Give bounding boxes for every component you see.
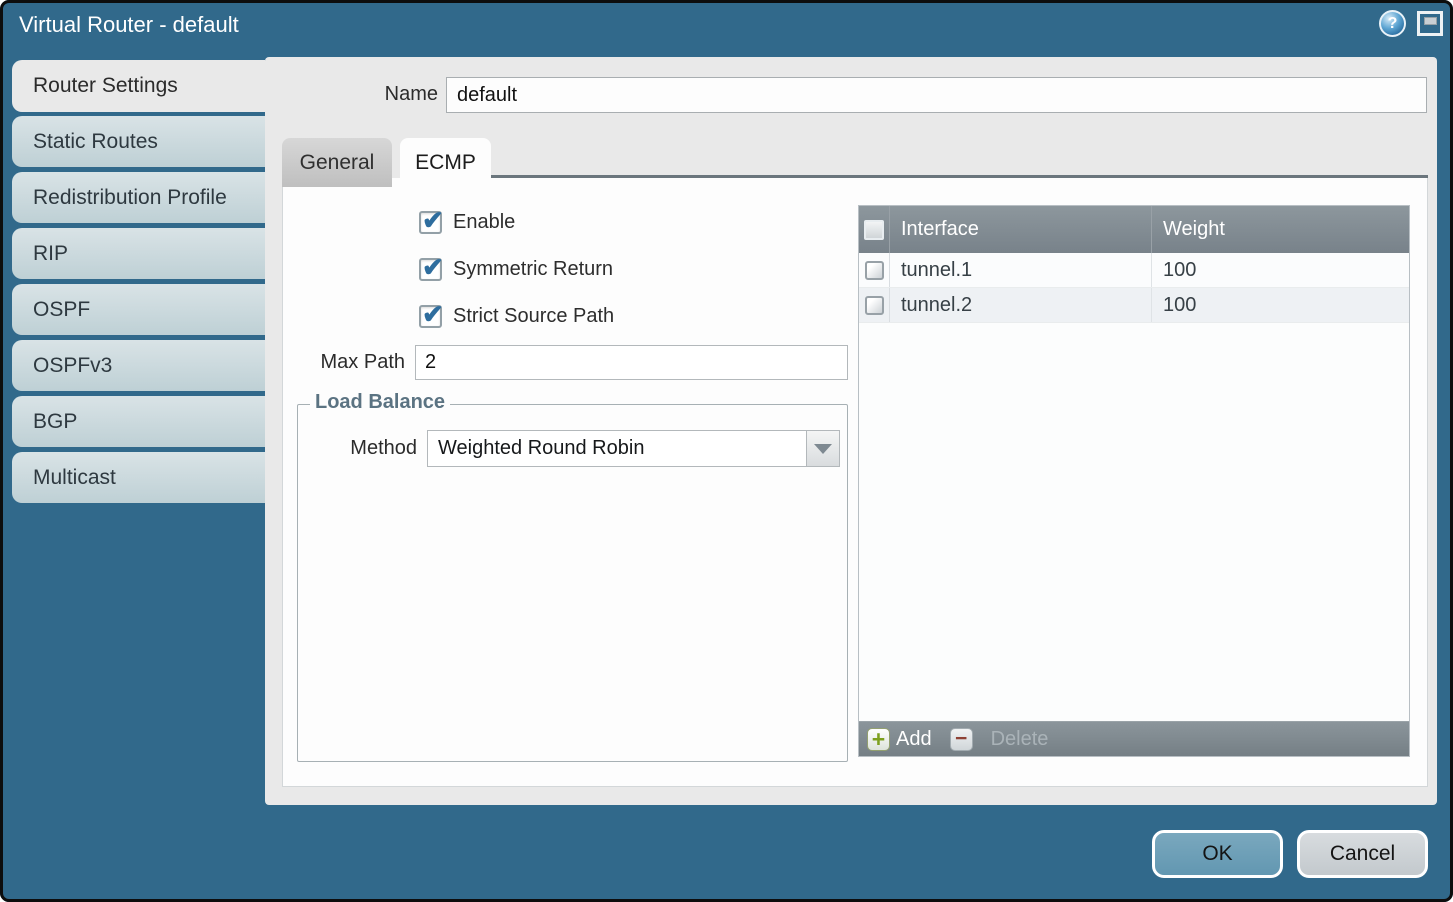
sidebar-item-router-settings[interactable]: Router Settings <box>12 60 265 112</box>
weight-cell: 100 <box>1163 294 1196 317</box>
select-all-checkbox[interactable] <box>864 220 884 240</box>
method-dropdown-value: Weighted Round Robin <box>428 431 806 466</box>
chevron-down-icon[interactable] <box>806 431 839 466</box>
sidebar-item-redistribution-profile[interactable]: Redistribution Profile <box>12 172 265 223</box>
interface-cell: tunnel.2 <box>901 294 972 317</box>
dialog-title: Virtual Router - default <box>19 12 239 38</box>
load-balance-legend: Load Balance <box>310 391 450 414</box>
plus-icon <box>867 728 890 751</box>
max-path-input[interactable] <box>415 345 848 380</box>
sidebar-item-rip[interactable]: RIP <box>12 228 265 279</box>
row-checkbox[interactable] <box>865 261 884 280</box>
restore-window-glyph <box>1424 17 1437 25</box>
cancel-button[interactable]: Cancel <box>1297 830 1428 878</box>
tab-general[interactable]: General <box>282 138 392 187</box>
weight-cell: 100 <box>1163 259 1196 282</box>
table-header-row: Interface Weight <box>859 206 1409 253</box>
virtual-router-dialog: Virtual Router - default Router Settings… <box>0 0 1453 902</box>
method-dropdown[interactable]: Weighted Round Robin <box>427 430 840 467</box>
symmetric-return-checkbox[interactable] <box>419 258 442 281</box>
sidebar-item-ospfv3[interactable]: OSPFv3 <box>12 340 265 391</box>
select-all-cell <box>859 206 890 253</box>
tab-strip-divider <box>491 175 1428 178</box>
ok-button[interactable]: OK <box>1152 830 1283 878</box>
symmetric-return-row: Symmetric Return <box>419 258 613 281</box>
column-header-weight[interactable]: Weight <box>1152 206 1409 253</box>
add-button[interactable]: Add <box>867 728 932 751</box>
sidebar-item-static-routes[interactable]: Static Routes <box>12 116 265 167</box>
strict-source-path-row: Strict Source Path <box>419 305 614 328</box>
name-input[interactable] <box>446 77 1427 113</box>
table-row[interactable]: tunnel.1 100 <box>859 253 1409 288</box>
enable-checkbox[interactable] <box>419 211 442 234</box>
sidebar-item-bgp[interactable]: BGP <box>12 396 265 447</box>
sidebar-item-ospf[interactable]: OSPF <box>12 284 265 335</box>
ecmp-interface-table: Interface Weight tunnel.1 100 tunnel.2 1… <box>858 205 1410 757</box>
minus-icon <box>950 728 973 751</box>
restore-window-icon[interactable] <box>1417 11 1443 36</box>
table-empty-area <box>859 323 1409 721</box>
column-header-interface[interactable]: Interface <box>890 206 1152 253</box>
max-path-label: Max Path <box>305 351 405 374</box>
table-toolbar: Add Delete <box>859 721 1409 756</box>
interface-cell: tunnel.1 <box>901 259 972 282</box>
method-label: Method <box>317 437 417 460</box>
enable-row: Enable <box>419 211 515 234</box>
row-checkbox[interactable] <box>865 296 884 315</box>
strict-source-path-label: Strict Source Path <box>453 305 614 328</box>
strict-source-path-checkbox[interactable] <box>419 305 442 328</box>
tab-ecmp[interactable]: ECMP <box>400 138 491 187</box>
delete-button[interactable]: Delete <box>950 728 1049 751</box>
help-icon[interactable] <box>1379 10 1406 37</box>
enable-label: Enable <box>453 211 515 234</box>
symmetric-return-label: Symmetric Return <box>453 258 613 281</box>
name-label: Name <box>343 83 438 106</box>
sidebar-item-multicast[interactable]: Multicast <box>12 452 265 503</box>
table-row[interactable]: tunnel.2 100 <box>859 288 1409 323</box>
